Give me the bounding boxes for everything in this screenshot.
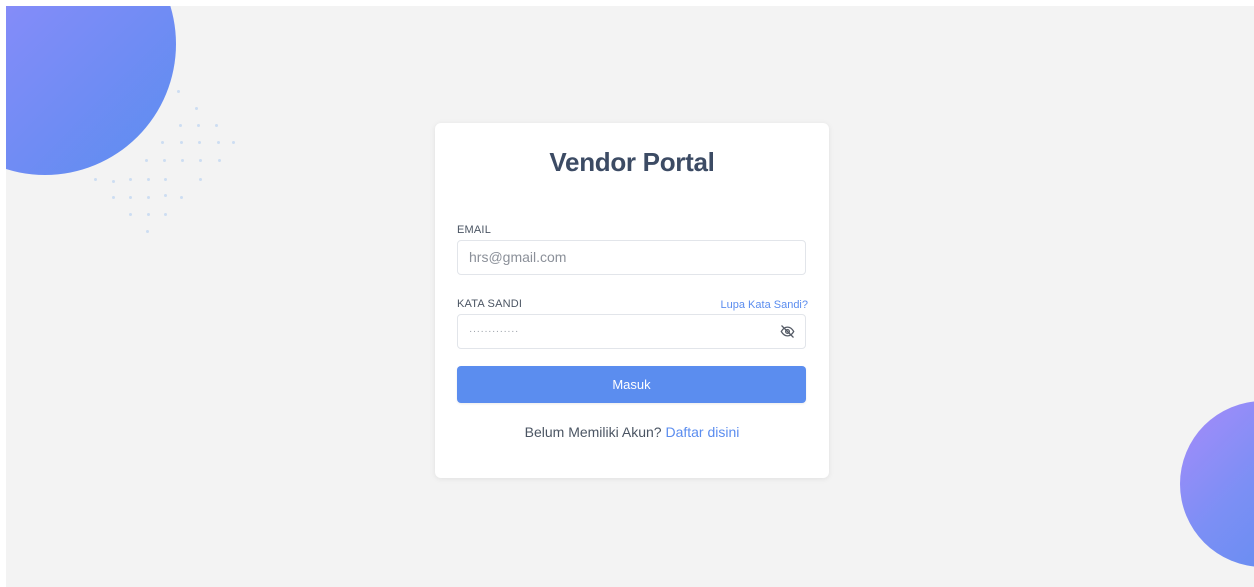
decorative-dot: [147, 178, 150, 181]
page-background: Vendor Portal EMAIL hrs@gmail.com KATA S…: [6, 6, 1254, 587]
decorative-dot: [164, 178, 167, 181]
forgot-password-link[interactable]: Lupa Kata Sandi?: [721, 299, 808, 311]
decorative-dot: [180, 196, 183, 199]
decorative-dot: [164, 194, 167, 197]
decorative-dot: [147, 213, 150, 216]
password-label: KATA SANDI: [457, 298, 523, 310]
decorative-dot: [218, 159, 221, 162]
decorative-dot: [181, 159, 184, 162]
decorative-dot: [129, 196, 132, 199]
decorative-circle-bottom-right: [1180, 401, 1254, 567]
decorative-dot: [180, 141, 183, 144]
decorative-dot: [217, 141, 220, 144]
decorative-dot: [179, 124, 182, 127]
eye-off-icon[interactable]: [780, 324, 795, 339]
decorative-dot: [197, 124, 200, 127]
decorative-dot: [146, 230, 149, 233]
email-value: hrs@gmail.com: [469, 249, 567, 265]
decorative-dot: [195, 107, 198, 110]
decorative-dot: [198, 141, 201, 144]
decorative-dot: [112, 180, 115, 183]
decorative-dot: [232, 141, 235, 144]
decorative-dot: [112, 196, 115, 199]
register-prompt-row: Belum Memiliki Akun? Daftar disini: [435, 424, 829, 440]
decorative-dot: [177, 90, 180, 93]
decorative-dot: [199, 178, 202, 181]
decorative-dot: [164, 213, 167, 216]
decorative-dot: [161, 141, 164, 144]
register-prompt-text: Belum Memiliki Akun?: [524, 424, 662, 440]
decorative-dot: [129, 178, 132, 181]
email-field[interactable]: hrs@gmail.com: [457, 240, 806, 275]
decorative-dot: [145, 159, 148, 162]
email-label: EMAIL: [457, 224, 492, 236]
password-value: ·············: [469, 326, 519, 337]
page-title: Vendor Portal: [549, 147, 715, 177]
decorative-dot: [215, 124, 218, 127]
decorative-dot: [129, 213, 132, 216]
password-field[interactable]: ·············: [457, 314, 806, 349]
decorative-circle-top-left: [6, 6, 176, 175]
login-card: Vendor Portal EMAIL hrs@gmail.com KATA S…: [435, 123, 829, 478]
decorative-dot: [94, 178, 97, 181]
register-link[interactable]: Daftar disini: [665, 424, 739, 440]
decorative-dot: [163, 159, 166, 162]
decorative-dot: [147, 196, 150, 199]
login-button[interactable]: Masuk: [457, 366, 806, 403]
decorative-dot: [199, 159, 202, 162]
